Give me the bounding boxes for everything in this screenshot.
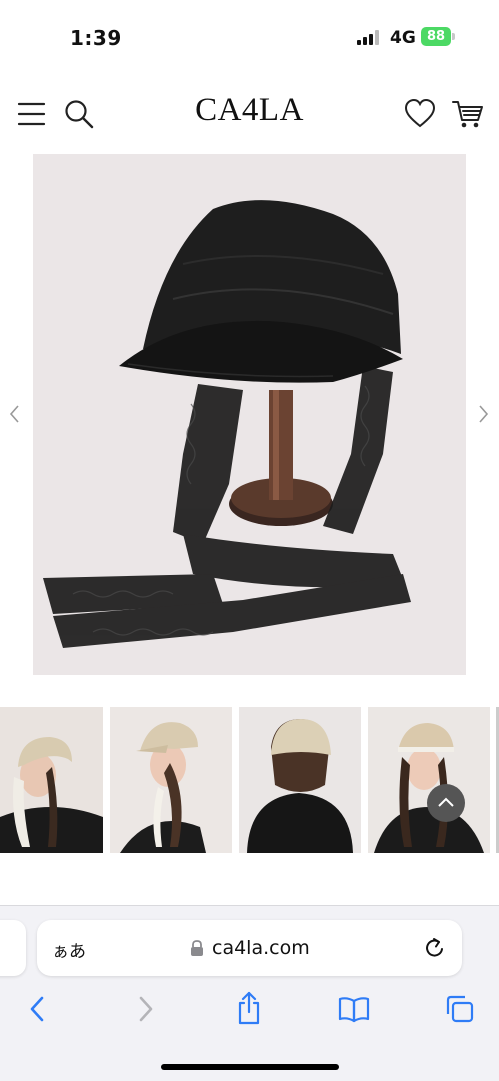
chevron-up-icon (438, 797, 454, 807)
share-icon[interactable] (234, 990, 264, 1026)
battery-level: 88 (421, 27, 451, 46)
battery-icon (452, 33, 455, 40)
reload-icon[interactable] (423, 936, 447, 960)
thumbnail-2[interactable] (110, 707, 232, 853)
status-time: 1:39 (70, 26, 122, 50)
gallery-prev-arrow[interactable] (6, 402, 24, 426)
tabs-icon[interactable] (444, 994, 476, 1024)
cart-icon[interactable] (451, 98, 483, 130)
network-label: 4G (390, 28, 416, 48)
lock-icon (189, 939, 205, 957)
reader-aa-button[interactable]: ぁあ (52, 937, 86, 962)
signal-icon (357, 30, 381, 45)
heart-icon[interactable] (404, 98, 436, 130)
thumbnail-1[interactable] (0, 707, 103, 853)
thumbnail-4[interactable] (368, 707, 490, 853)
bookmarks-icon[interactable] (337, 995, 371, 1023)
previous-tab-card[interactable] (0, 920, 26, 976)
back-icon[interactable] (26, 995, 50, 1023)
hat-illustration (33, 154, 466, 675)
gallery-next-arrow[interactable] (474, 402, 492, 426)
scroll-top-button[interactable] (427, 784, 465, 822)
thumbnail-3[interactable] (239, 707, 361, 853)
home-indicator (161, 1064, 339, 1070)
url-text[interactable]: ca4la.com (212, 937, 310, 959)
product-main-image[interactable] (33, 154, 466, 675)
forward-icon[interactable] (133, 995, 157, 1023)
